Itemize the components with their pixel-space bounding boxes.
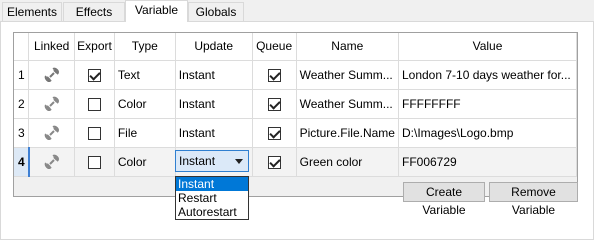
update-dropdown-list: Instant Restart Autorestart — [175, 176, 249, 220]
table-row[interactable]: 4 Color Green color FF006729 — [14, 147, 577, 177]
column-header-value[interactable]: Value — [398, 33, 577, 61]
row-number[interactable]: 3 — [14, 118, 30, 148]
chevron-down-icon[interactable] — [235, 159, 243, 164]
type-cell[interactable]: Color — [114, 89, 176, 119]
remove-variable-button[interactable]: Remove Variable — [489, 182, 578, 217]
type-cell[interactable]: File — [114, 118, 176, 148]
export-cell[interactable] — [74, 118, 115, 148]
export-cell[interactable] — [74, 60, 115, 90]
tab-strip: Elements Effects Variable Globals — [0, 0, 594, 22]
value-cell[interactable]: FF006729 — [398, 147, 577, 177]
variables-grid[interactable]: Linked Export Type Update Queue Name Val… — [13, 32, 578, 197]
export-checkbox[interactable] — [88, 155, 101, 169]
queue-checkbox[interactable] — [267, 97, 281, 111]
queue-checkbox[interactable] — [267, 126, 281, 140]
value-cell[interactable]: D:\Images\Logo.bmp — [398, 118, 577, 148]
name-cell[interactable]: Weather Summ... — [296, 60, 399, 90]
grid-header-row: Linked Export Type Update Queue Name Val… — [14, 33, 577, 61]
export-checkbox[interactable] — [88, 97, 101, 111]
column-header-name[interactable]: Name — [296, 33, 399, 61]
value-cell[interactable]: FFFFFFFF — [398, 89, 577, 119]
dropdown-option-instant[interactable]: Instant — [176, 177, 248, 191]
link-icon[interactable] — [44, 67, 60, 82]
column-header-linked[interactable]: Linked — [28, 33, 76, 61]
update-cell[interactable]: Instant — [175, 60, 253, 90]
update-combobox-value: Instant — [179, 154, 216, 168]
queue-checkbox[interactable] — [267, 68, 281, 82]
update-cell[interactable]: Instant — [175, 118, 253, 148]
tab-globals[interactable]: Globals — [188, 2, 244, 22]
queue-checkbox[interactable] — [267, 155, 281, 169]
column-header-queue[interactable]: Queue — [252, 33, 297, 61]
dropdown-option-autorestart[interactable]: Autorestart — [176, 205, 248, 219]
name-cell[interactable]: Weather Summ... — [296, 89, 399, 119]
queue-cell[interactable] — [252, 118, 297, 148]
table-row[interactable]: 1 Text Instant Weather Summ... London 7-10 d… — [14, 60, 577, 90]
name-cell[interactable]: Picture.File.Name — [296, 118, 399, 148]
linked-cell[interactable] — [28, 147, 76, 177]
linked-cell[interactable] — [28, 89, 76, 119]
row-number-header — [14, 33, 30, 61]
linked-cell[interactable] — [28, 118, 76, 148]
type-cell[interactable]: Text — [114, 60, 176, 90]
column-header-update[interactable]: Update — [175, 33, 253, 61]
queue-cell[interactable] — [252, 60, 297, 90]
row-number[interactable]: 4 — [14, 147, 30, 177]
table-row[interactable]: 3 File Instant Picture.File.Name D:\Images\L… — [14, 118, 577, 148]
column-header-export[interactable]: Export — [74, 33, 115, 61]
export-checkbox[interactable] — [88, 126, 101, 140]
link-icon[interactable] — [44, 96, 60, 111]
tab-elements[interactable]: Elements — [2, 2, 62, 22]
update-cell[interactable]: Instant — [175, 89, 253, 119]
export-cell[interactable] — [74, 147, 115, 177]
tab-effects[interactable]: Effects — [63, 2, 125, 22]
column-header-type[interactable]: Type — [114, 33, 176, 61]
value-cell[interactable]: London 7-10 days weather for... — [398, 60, 577, 90]
export-cell[interactable] — [74, 89, 115, 119]
type-cell[interactable]: Color — [114, 147, 176, 177]
name-cell[interactable]: Green color — [296, 147, 399, 177]
table-row[interactable]: 2 Color Instant Weather Summ... FFFFFFFF — [14, 89, 577, 119]
row-number[interactable]: 1 — [14, 60, 30, 90]
create-variable-button[interactable]: Create Variable — [403, 182, 485, 217]
queue-cell[interactable] — [252, 89, 297, 119]
update-combobox[interactable]: Instant — [175, 150, 249, 172]
link-icon[interactable] — [44, 125, 60, 140]
row-number[interactable]: 2 — [14, 89, 30, 119]
tab-variable[interactable]: Variable — [125, 0, 188, 22]
export-checkbox[interactable] — [88, 68, 101, 82]
linked-cell[interactable] — [28, 60, 76, 90]
dropdown-option-restart[interactable]: Restart — [176, 191, 248, 205]
queue-cell[interactable] — [252, 147, 297, 177]
link-icon[interactable] — [44, 154, 60, 169]
